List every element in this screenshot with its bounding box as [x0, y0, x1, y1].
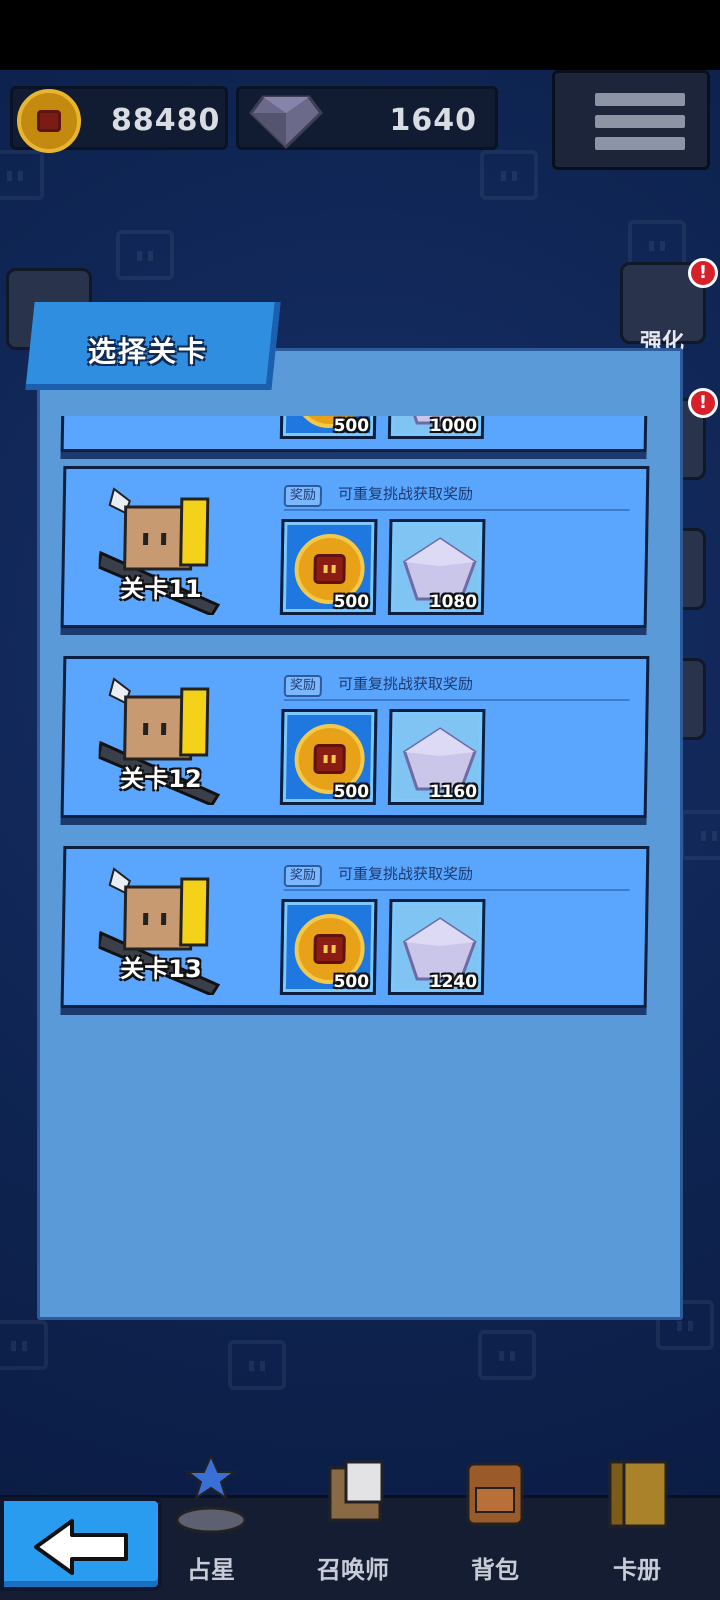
coin-reward-qty: 500 [333, 972, 370, 992]
bg-tile [680, 810, 720, 860]
gem-reward-qty: 1240 [429, 972, 478, 992]
reward-description: 可重复挑战获取奖励 [337, 865, 474, 883]
level-card[interactable]: 关卡11 奖励 可重复挑战获取奖励 500 1080 [60, 466, 650, 628]
reward-header: 奖励 可重复挑战获取奖励 [283, 483, 631, 513]
reward-header: 奖励 可重复挑战获取奖励 [283, 863, 631, 893]
reward-tag: 奖励 [283, 865, 323, 887]
nav-card-album[interactable]: 卡册 [566, 1460, 708, 1600]
dialog-title: 选择关卡 [88, 335, 209, 368]
menu-bar [595, 137, 685, 150]
reward-tag: 奖励 [283, 485, 323, 507]
coin-reward-qty: 500 [333, 592, 370, 612]
nav-label: 召唤师 [317, 1556, 389, 1584]
level-list[interactable]: 500 1000 关卡11 奖励 可重复挑战获取奖励 500 1080 关卡12… [40, 416, 680, 1016]
coin-reward-slot: 500 [279, 709, 378, 805]
gem-reward-qty: 1000 [429, 416, 478, 436]
gem-reward-qty: 1160 [429, 782, 478, 802]
book-icon [608, 1460, 668, 1528]
reward-description: 可重复挑战获取奖励 [337, 675, 474, 693]
reward-description: 可重复挑战获取奖励 [337, 485, 474, 503]
nav-label: 背包 [471, 1556, 519, 1584]
bg-tile [478, 1330, 536, 1380]
coin-reward-qty: 500 [333, 782, 370, 802]
back-arrow-icon [34, 1519, 128, 1575]
coin-icon [17, 89, 81, 153]
star-icon [175, 1453, 247, 1534]
coin-counter: 88480 [10, 86, 228, 153]
coin-reward-slot: 500 [279, 416, 378, 439]
backpack-icon [466, 1462, 524, 1526]
bg-tile [228, 1340, 286, 1390]
gem-reward-slot: 1080 [387, 519, 486, 615]
bg-tile [0, 1320, 48, 1370]
gem-counter: 1640 [236, 86, 498, 150]
enhance-alert-badge: ! [688, 258, 718, 288]
resource-bar: 88480 1640 [0, 70, 720, 180]
level-card[interactable]: 关卡13 奖励 可重复挑战获取奖励 500 1240 [60, 846, 650, 1008]
level-card-partial[interactable]: 500 1000 [60, 416, 650, 452]
gem-reward-qty: 1080 [429, 592, 478, 612]
coin-reward-slot: 500 [279, 899, 378, 995]
gem-amount: 1640 [389, 103, 477, 138]
summoner-icon [328, 1460, 384, 1522]
side-alert-badge: ! [688, 388, 718, 418]
reward-tag: 奖励 [283, 675, 323, 697]
divider [283, 699, 630, 701]
gem-reward-slot: 1160 [387, 709, 486, 805]
gem-reward-slot: 1000 [387, 416, 486, 439]
coin-reward-slot: 500 [279, 519, 378, 615]
level-name: 关卡13 [120, 955, 202, 983]
level-name: 关卡12 [120, 765, 202, 793]
nav-label: 卡册 [613, 1556, 661, 1584]
level-card[interactable]: 关卡12 奖励 可重复挑战获取奖励 500 1160 [60, 656, 650, 818]
level-name: 关卡11 [120, 575, 202, 603]
coin-amount: 88480 [111, 103, 221, 138]
bg-tile [116, 230, 174, 280]
menu-bar [595, 93, 685, 106]
gem-reward-slot: 1240 [387, 899, 486, 995]
divider [283, 509, 630, 511]
menu-bar [595, 115, 685, 128]
back-button[interactable] [0, 1497, 162, 1591]
gem-icon [249, 95, 323, 149]
reward-header: 奖励 可重复挑战获取奖励 [283, 673, 631, 703]
nav-backpack[interactable]: 背包 [424, 1462, 566, 1600]
status-strip [0, 0, 720, 70]
divider [283, 889, 630, 891]
nav-summoner[interactable]: 召唤师 [282, 1460, 424, 1600]
coin-reward-qty: 500 [333, 416, 370, 436]
menu-button[interactable] [552, 70, 710, 170]
